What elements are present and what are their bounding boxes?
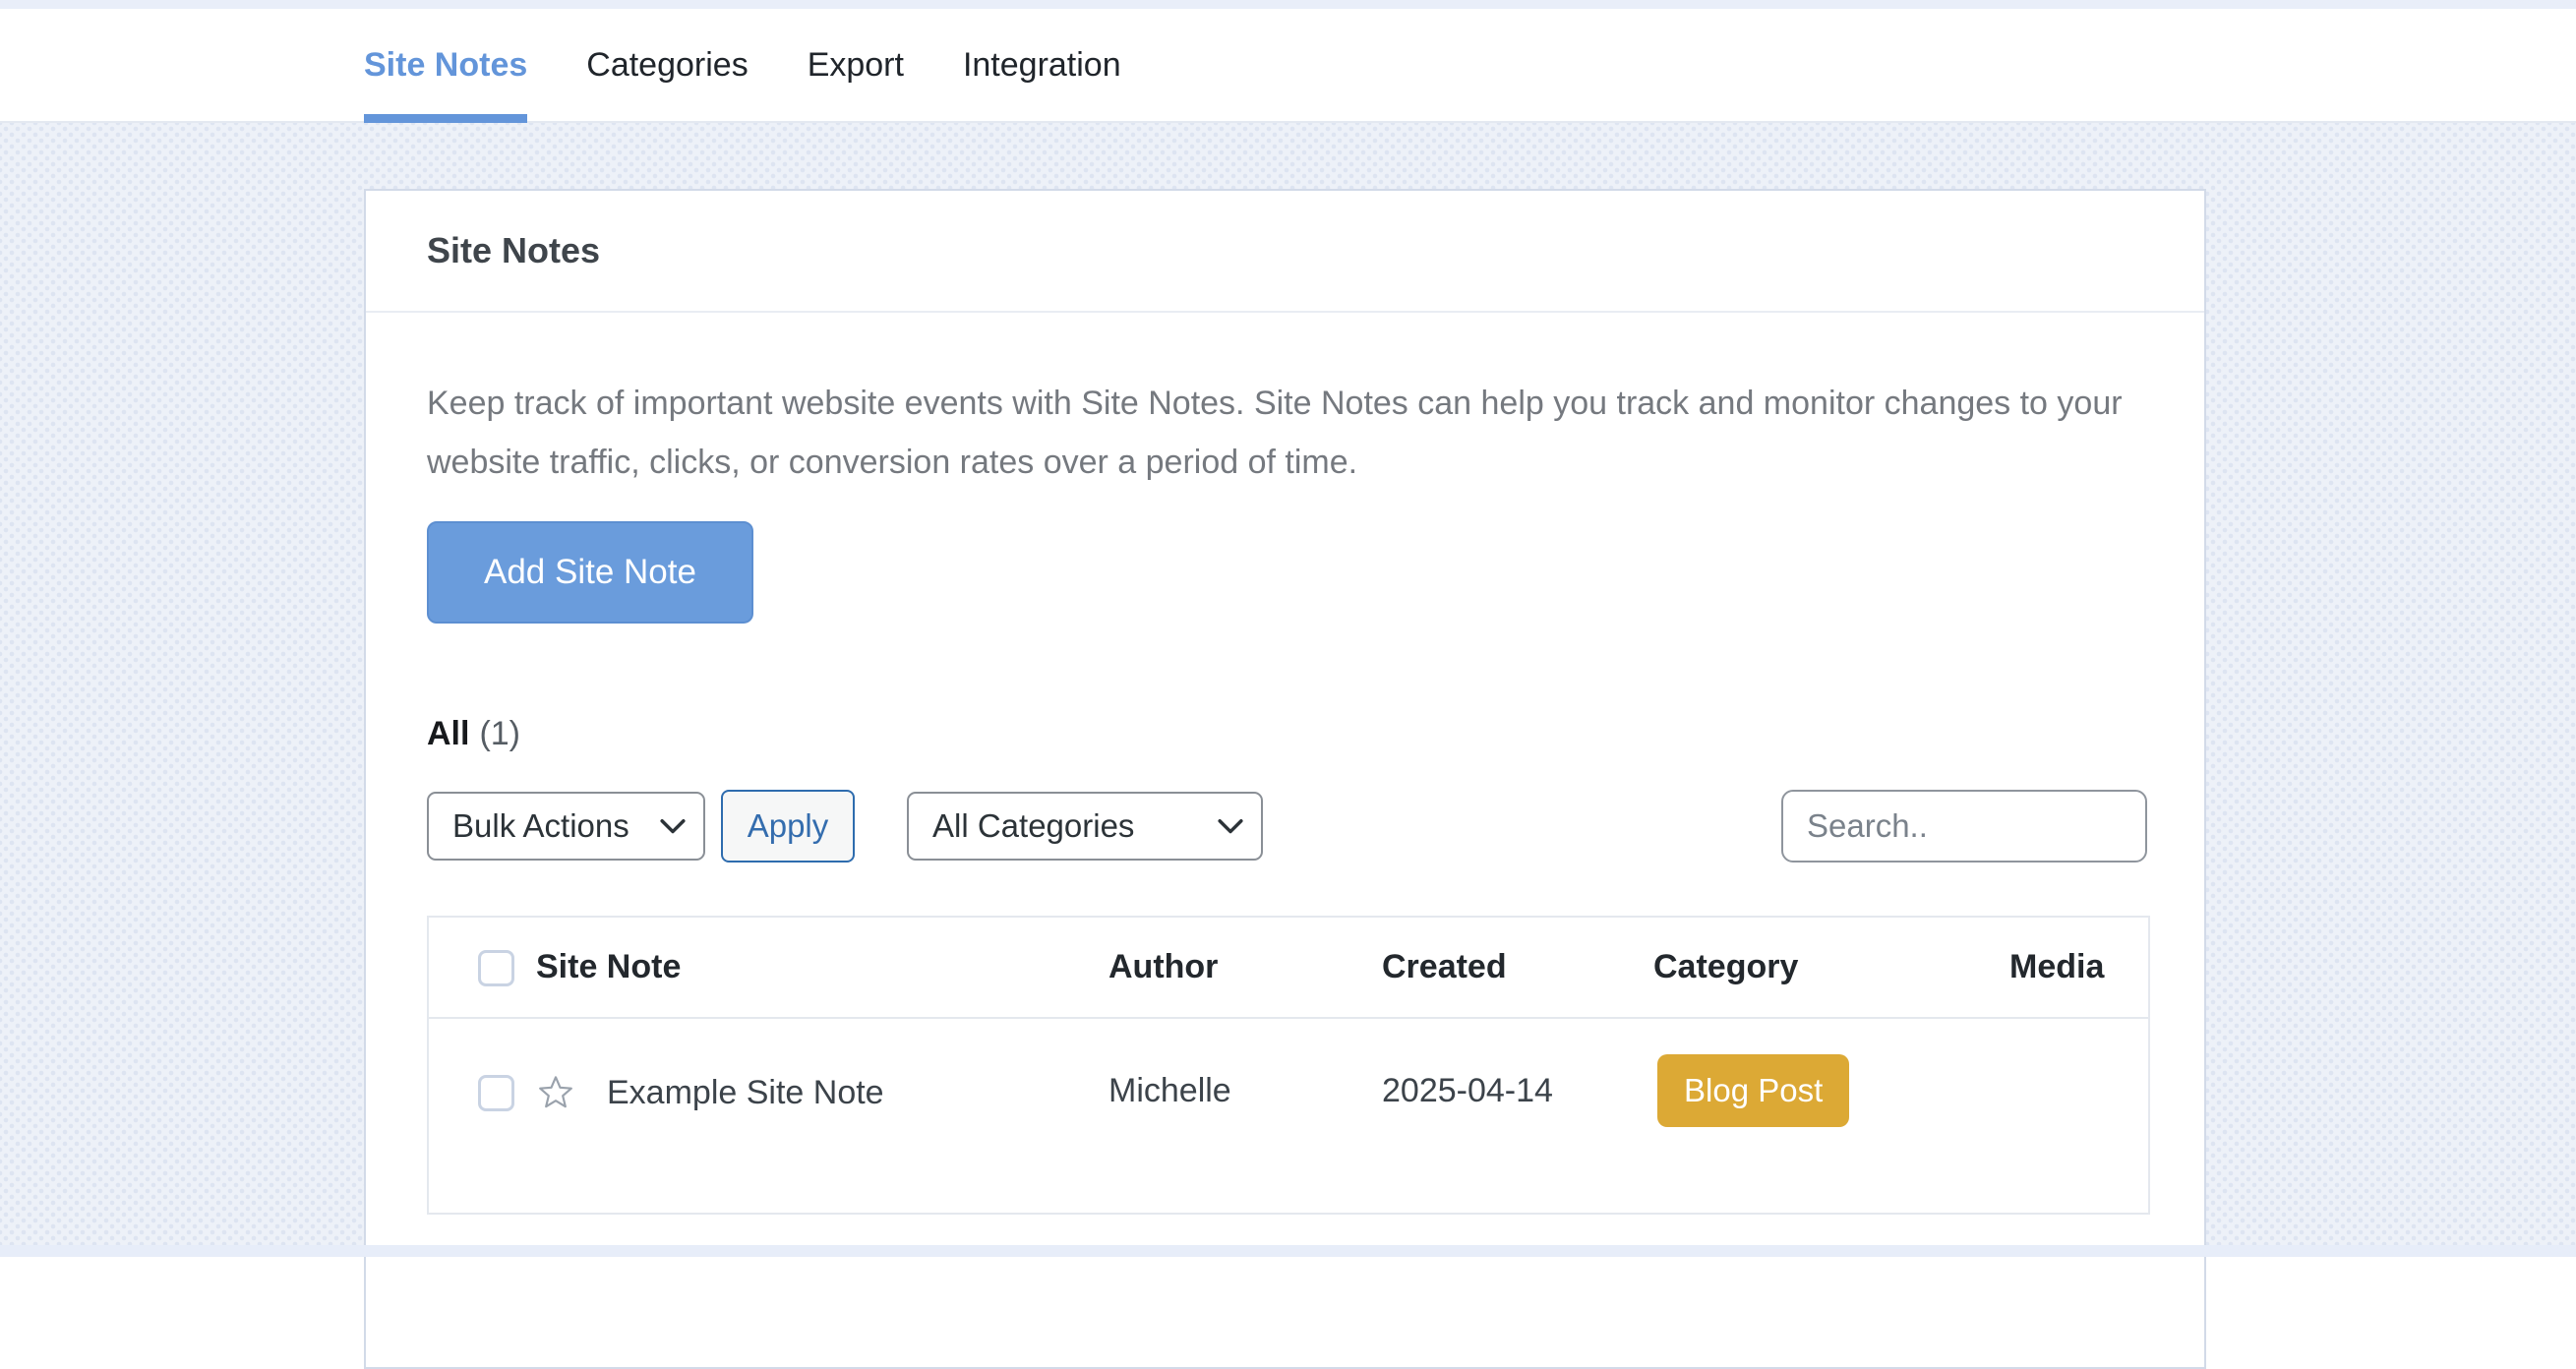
tab-site-notes[interactable]: Site Notes [364,9,527,121]
table-row: Example Site Note Michelle 2025-04-14 Bl… [428,1018,2149,1214]
column-header-created[interactable]: Created [1382,917,1653,1018]
bulk-actions-select[interactable]: Bulk Actions [427,792,705,861]
chevron-down-icon [1218,818,1243,835]
filter-all-count: (1) [479,715,520,752]
select-all-checkbox[interactable] [478,950,514,986]
search-input[interactable] [1781,790,2147,863]
column-header-site-note[interactable]: Site Note [514,917,1108,1018]
bulk-actions-label: Bulk Actions [452,807,629,845]
tab-export[interactable]: Export [808,9,904,121]
note-created-date: 2025-04-14 [1382,1018,1653,1214]
apply-button[interactable]: Apply [721,790,855,863]
tab-integration[interactable]: Integration [963,9,1121,121]
site-notes-card: Site Notes Keep track of important websi… [364,189,2206,1369]
filter-toolbar: Bulk Actions Apply All Categories [427,790,2147,863]
tab-categories[interactable]: Categories [586,9,748,121]
bottom-strip [0,1245,2576,1257]
column-header-media: Media [2009,917,2149,1018]
site-notes-table: Site Note Author Created Category Media [427,916,2150,1215]
settings-tab-bar: Site Notes Categories Export Integration [0,9,2576,123]
card-body: Keep track of important website events w… [366,313,2204,1215]
card-title: Site Notes [366,191,2204,313]
category-filter-label: All Categories [932,807,1134,845]
row-checkbox[interactable] [478,1075,514,1111]
table-header-row: Site Note Author Created Category Media [428,917,2149,1018]
chevron-down-icon [660,818,686,835]
column-header-category: Category [1653,917,2009,1018]
filter-all-label[interactable]: All [427,715,469,752]
column-header-author[interactable]: Author [1108,917,1382,1018]
list-filter-status: All (1) [427,714,2147,754]
top-strip [0,0,2576,9]
note-title[interactable]: Example Site Note [607,1074,884,1111]
add-site-note-button[interactable]: Add Site Note [427,521,753,624]
category-badge[interactable]: Blog Post [1657,1054,1849,1127]
page-background: Site Notes Keep track of important websi… [0,123,2576,1257]
site-notes-description: Keep track of important website events w… [427,374,2147,492]
favorite-star-icon[interactable] [536,1073,575,1112]
note-author: Michelle [1108,1018,1382,1214]
category-filter-select[interactable]: All Categories [907,792,1263,861]
note-media [2009,1018,2149,1214]
